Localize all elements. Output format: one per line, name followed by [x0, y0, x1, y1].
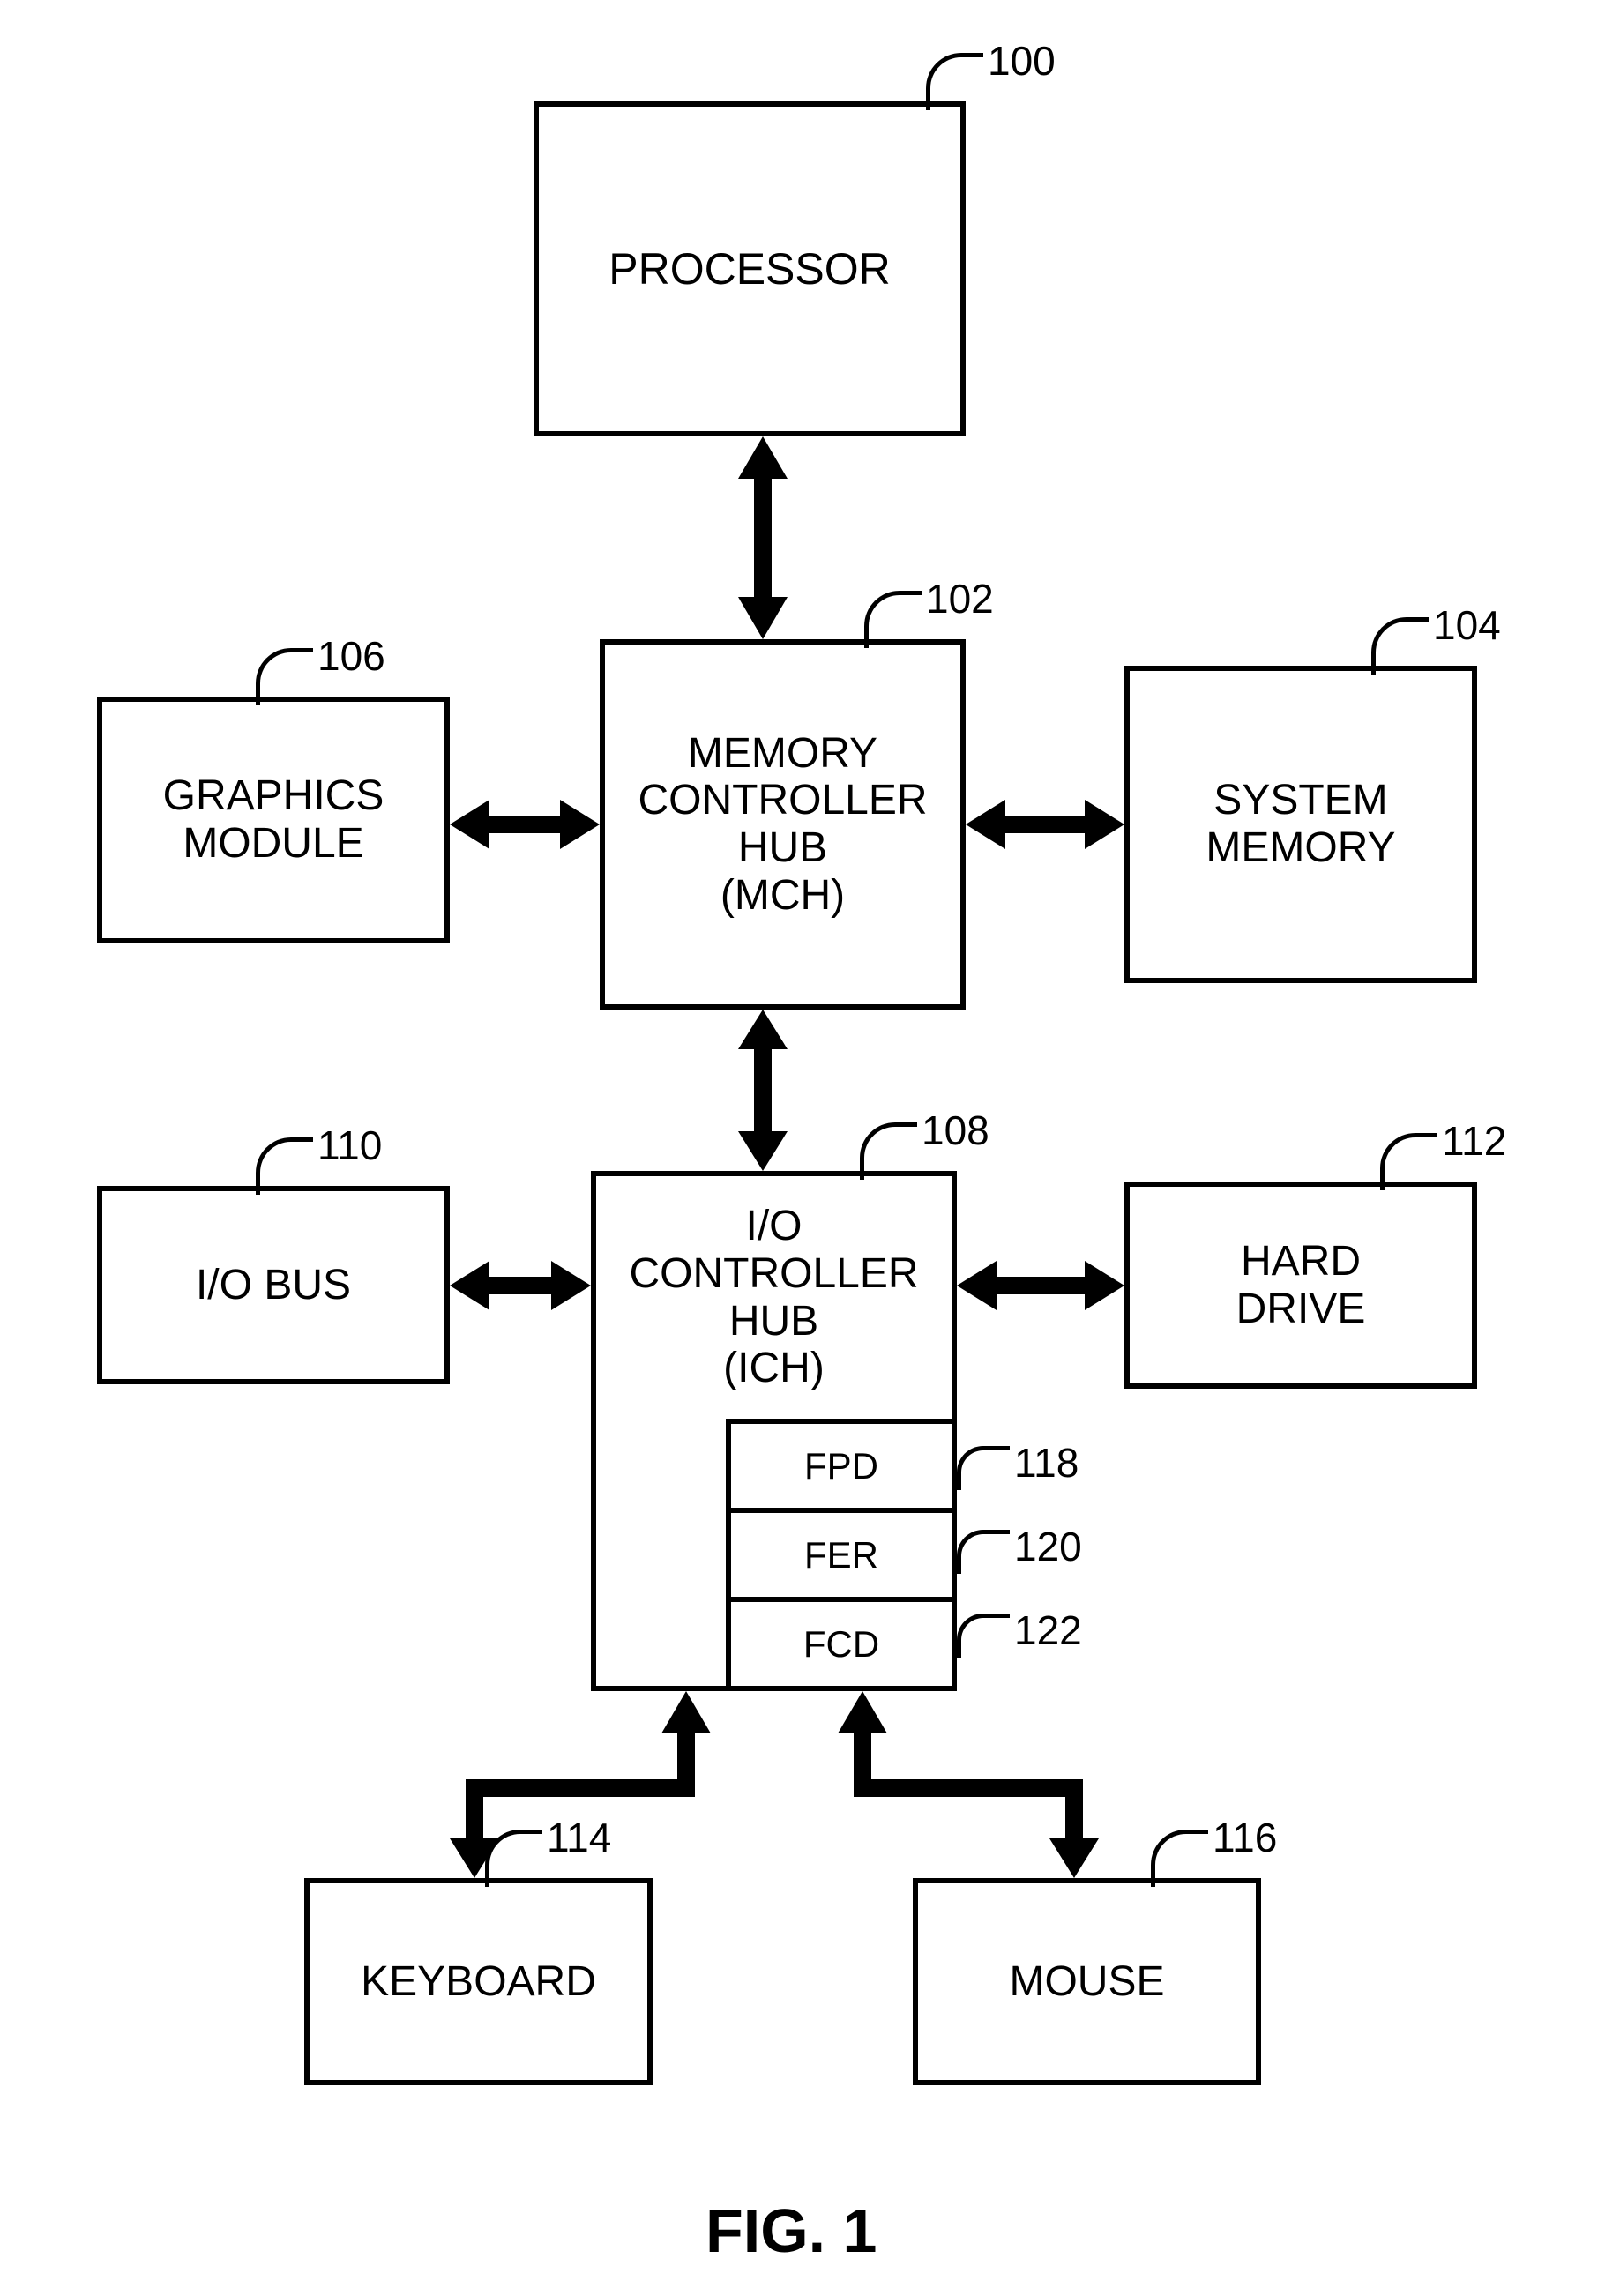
ref-mch: 102 [926, 575, 994, 622]
figure-label: FIG. 1 [705, 2195, 877, 2266]
ref-processor: 100 [988, 37, 1056, 85]
block-processor-label: PROCESSOR [608, 244, 891, 294]
subblock-fcd: FCD [731, 1597, 952, 1686]
arrow-iobus-ich [450, 1259, 591, 1312]
block-mch-label: MEMORYCONTROLLERHUB(MCH) [638, 730, 927, 920]
lead-mouse [1151, 1830, 1208, 1887]
arrow-mch-ich [736, 1010, 789, 1171]
block-harddrive: HARDDRIVE [1124, 1182, 1477, 1389]
lead-processor [926, 53, 983, 110]
ref-harddrive: 112 [1442, 1117, 1506, 1165]
subblock-fer: FER [731, 1508, 952, 1597]
block-processor: PROCESSOR [534, 101, 966, 436]
ref-iobus: 110 [317, 1122, 382, 1169]
arrow-ich-mouse [836, 1691, 1101, 1878]
block-ich: I/OCONTROLLERHUB(ICH) FPD FER FCD [591, 1171, 957, 1691]
block-sysmem: SYSTEMMEMORY [1124, 666, 1477, 983]
block-iobus: I/O BUS [97, 1186, 450, 1384]
block-mouse: MOUSE [913, 1878, 1261, 2085]
arrow-ich-harddrive [957, 1259, 1124, 1312]
subblock-fpd-label: FPD [804, 1445, 878, 1487]
lead-sysmem [1371, 617, 1429, 675]
ref-fpd: 118 [1014, 1439, 1079, 1487]
block-keyboard-label: KEYBOARD [361, 1958, 596, 2006]
ref-fcd: 122 [1014, 1606, 1082, 1654]
block-keyboard: KEYBOARD [304, 1878, 653, 2085]
block-graphics-label: GRAPHICSMODULE [163, 772, 384, 868]
lead-ich [860, 1122, 917, 1180]
arrow-mch-sysmem [966, 798, 1124, 851]
arrow-ich-keyboard [448, 1691, 713, 1878]
arrow-graphics-mch [450, 798, 600, 851]
lead-harddrive [1380, 1133, 1437, 1190]
figure-canvas: PROCESSOR 100 GRAPHICSMODULE 106 MEMORYC… [0, 0, 1620, 2296]
lead-iobus [256, 1137, 313, 1195]
lead-fer [957, 1530, 1010, 1574]
block-mch: MEMORYCONTROLLERHUB(MCH) [600, 639, 966, 1010]
lead-mch [864, 591, 922, 648]
block-mouse-label: MOUSE [1009, 1958, 1164, 2006]
block-graphics: GRAPHICSMODULE [97, 697, 450, 943]
arrow-processor-mch [736, 436, 789, 639]
block-ich-label: I/OCONTROLLERHUB(ICH) [629, 1203, 918, 1392]
lead-fcd [957, 1614, 1010, 1658]
block-sysmem-label: SYSTEMMEMORY [1206, 777, 1395, 872]
ref-fer: 120 [1014, 1523, 1082, 1570]
block-harddrive-label: HARDDRIVE [1236, 1238, 1366, 1333]
ref-mouse: 116 [1213, 1814, 1277, 1861]
lead-fpd [957, 1446, 1010, 1490]
block-iobus-label: I/O BUS [196, 1262, 351, 1309]
lead-graphics [256, 648, 313, 705]
ref-ich: 108 [922, 1107, 989, 1154]
ref-sysmem: 104 [1433, 601, 1501, 649]
subblock-fpd: FPD [731, 1419, 952, 1508]
subblock-fer-label: FER [804, 1534, 878, 1576]
ref-graphics: 106 [317, 632, 385, 680]
subblock-fcd-label: FCD [803, 1623, 879, 1665]
